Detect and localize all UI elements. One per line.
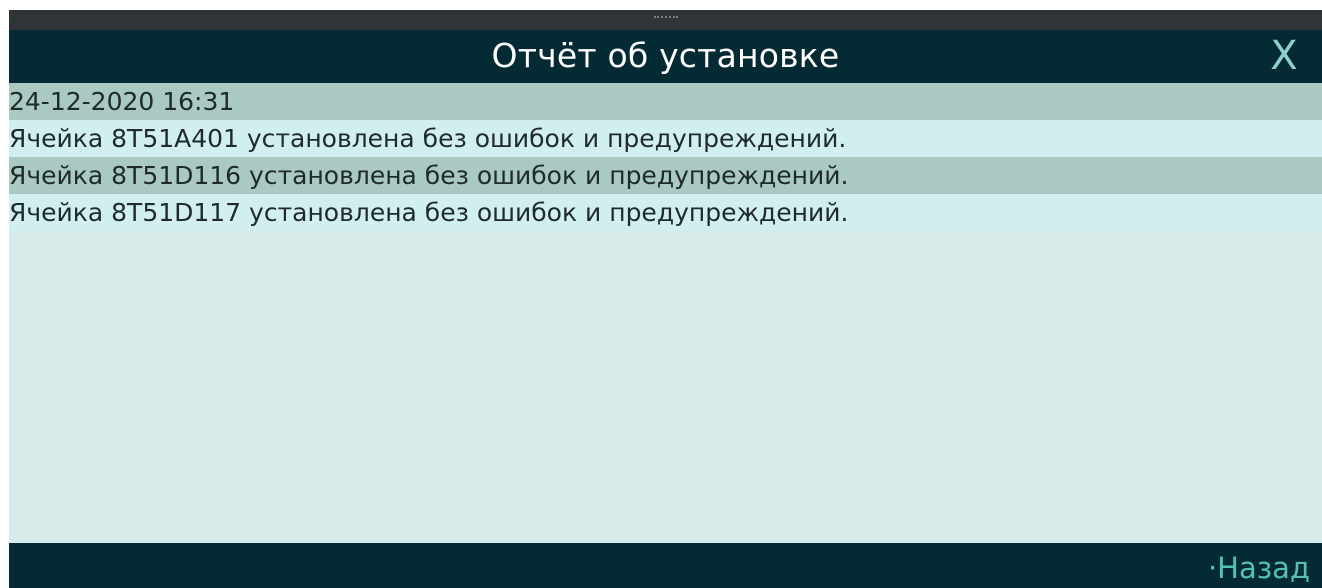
title-bar: Отчёт об установке X — [9, 30, 1322, 83]
report-row-timestamp: 24-12-2020 16:31 — [9, 83, 1322, 120]
window-title: Отчёт об установке — [491, 36, 840, 75]
report-row-text: Ячейка 8T51D116 установлена без ошибок и… — [9, 161, 849, 190]
close-icon[interactable]: X — [1270, 33, 1297, 79]
report-timestamp: 24-12-2020 16:31 — [9, 87, 235, 116]
drag-handle-icon[interactable] — [653, 16, 678, 22]
window-drag-bar[interactable] — [9, 10, 1322, 30]
report-content: 24-12-2020 16:31 Ячейка 8T51A401 установ… — [9, 83, 1322, 543]
back-button[interactable]: ·Назад — [1208, 551, 1310, 585]
report-row: Ячейка 8T51D116 установлена без ошибок и… — [9, 157, 1322, 194]
report-row: Ячейка 8T51D117 установлена без ошибок и… — [9, 194, 1322, 231]
installation-report-window: Отчёт об установке X 24-12-2020 16:31 Яч… — [0, 0, 1322, 588]
footer-bar: ·Назад — [9, 543, 1322, 588]
report-row-text: Ячейка 8T51D117 установлена без ошибок и… — [9, 198, 849, 227]
close-button[interactable]: X — [1264, 34, 1304, 78]
report-row: Ячейка 8T51A401 установлена без ошибок и… — [9, 120, 1322, 157]
report-row-text: Ячейка 8T51A401 установлена без ошибок и… — [9, 124, 847, 153]
